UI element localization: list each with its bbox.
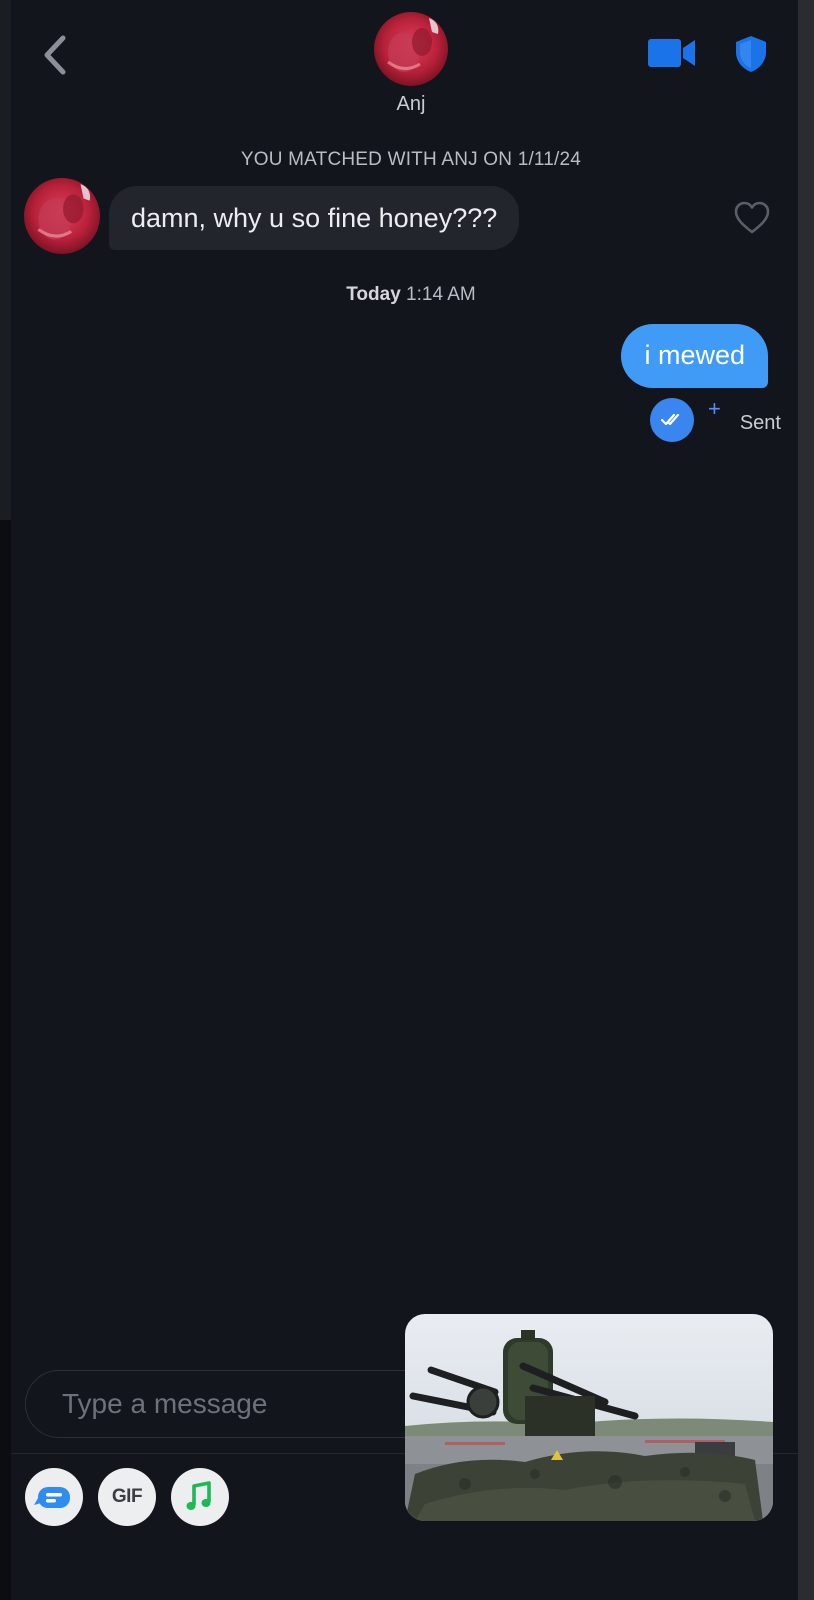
sticker-button[interactable] — [25, 1468, 83, 1526]
match-date-banner: YOU MATCHED WITH ANJ ON 1/11/24 — [240, 149, 582, 170]
back-button[interactable] — [39, 34, 77, 76]
video-camera-icon — [648, 39, 695, 67]
timestamp-time: 1:14 AM — [406, 284, 476, 305]
music-button[interactable] — [171, 1468, 229, 1526]
sender-avatar[interactable] — [24, 178, 100, 254]
message-input-placeholder: Type a message — [62, 1388, 268, 1419]
gif-label: GIF — [111, 1486, 143, 1507]
video-call-button[interactable] — [647, 36, 697, 70]
like-message-button[interactable] — [733, 200, 771, 236]
chat-screen: Anj YOU MATCHED WITH ANJ ON 1/11/24 damn… — [11, 0, 798, 1600]
avatar-photo — [24, 178, 100, 254]
music-note-icon — [186, 1481, 211, 1510]
screen-edge-right — [798, 0, 814, 1600]
gif-button[interactable]: GIF — [98, 1468, 156, 1526]
read-receipt-plus-icon[interactable]: + — [708, 398, 721, 420]
shield-icon — [736, 36, 766, 72]
picture-in-picture-video[interactable] — [405, 1314, 773, 1521]
video-frame-image — [405, 1314, 773, 1521]
sticker-chat-icon — [34, 1487, 70, 1508]
timestamp-day: Today — [346, 284, 401, 305]
read-receipt-badge[interactable] — [650, 398, 694, 442]
double-check-icon — [660, 413, 680, 426]
safety-toolkit-button[interactable] — [733, 34, 769, 74]
match-avatar[interactable] — [374, 12, 448, 86]
screen-edge-left — [0, 0, 11, 1600]
heart-icon — [734, 201, 770, 234]
avatar-photo — [374, 12, 448, 86]
message-timestamp: Today 1:14 AM — [211, 284, 611, 306]
match-name[interactable]: Anj — [311, 93, 511, 116]
outgoing-message-bubble[interactable]: i mewed — [621, 324, 768, 388]
chevron-left-icon — [44, 35, 66, 75]
incoming-message-bubble[interactable]: damn, why u so fine honey??? — [109, 186, 520, 250]
message-status: Sent — [739, 412, 781, 434]
